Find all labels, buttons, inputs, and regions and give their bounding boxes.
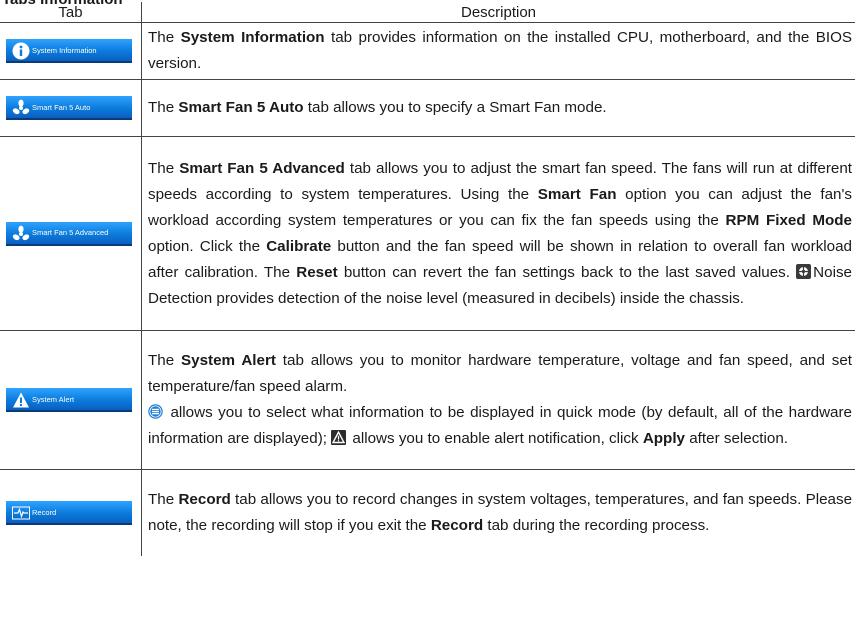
description-text: option. Click the [148, 237, 267, 255]
bold-term: Record [178, 491, 231, 508]
description-text: The [148, 99, 179, 116]
alert-icon [12, 391, 30, 409]
description-text: The [148, 491, 179, 508]
table-row: Record The Record tab allows you to reco… [0, 469, 856, 557]
tab-label: System Information [32, 45, 97, 55]
description-text: after selection. [685, 430, 789, 447]
tab-system-alert[interactable]: System Alert [6, 388, 132, 412]
bold-term: Record [430, 517, 484, 534]
bold-term: System Alert [181, 352, 276, 369]
bold-term: Smart Fan 5 Auto [178, 99, 304, 116]
description-cell: The System Alert tab allows you to monit… [141, 330, 855, 470]
bold-term: Reset [296, 263, 338, 281]
tabs-table: Tab Description System Information The S… [0, 2, 855, 556]
column-header-description: Description [141, 2, 855, 23]
list-icon [148, 402, 163, 419]
tab-record[interactable]: Record [6, 501, 132, 525]
description-cell: The Smart Fan 5 Advanced tab allows you … [141, 136, 855, 331]
description-text: The [148, 29, 181, 46]
bold-term: System Information [180, 29, 325, 46]
table-row: System Alert The System Alert tab allows… [0, 330, 855, 470]
bold-term: Apply [642, 430, 686, 447]
description-cell: The Smart Fan 5 Auto tab allows you to s… [141, 79, 855, 137]
description-text: tab during the recording process. [483, 517, 710, 534]
tab-label: Smart Fan 5 Advanced [32, 228, 109, 237]
info-icon [12, 42, 30, 60]
fan-icon [12, 99, 30, 117]
description-text: The [148, 352, 182, 369]
column-header-tab: Tab [0, 2, 142, 23]
tab-smart-fan-auto[interactable]: Smart Fan 5 Auto [6, 96, 132, 120]
table-row: Smart Fan 5 Advanced The Smart Fan 5 Adv… [0, 136, 855, 331]
description-text: button can revert the fan settings back … [337, 263, 797, 281]
record-icon [12, 504, 30, 522]
tab-label: Smart Fan 5 Auto [32, 102, 91, 112]
description-cell: The System Information tab provides info… [141, 22, 855, 80]
description-cell: The Record tab allows you to record chan… [142, 470, 856, 557]
fan-icon [12, 225, 30, 243]
description-text: allows you to enable alert notification,… [348, 430, 643, 447]
bold-term: Smart Fan [537, 185, 617, 203]
table-row: System Information The System Informatio… [0, 22, 855, 80]
tab-smart-fan-advanced[interactable]: Smart Fan 5 Advanced [6, 221, 132, 246]
bold-term: Smart Fan 5 Advanced [179, 159, 345, 177]
description-text: The [148, 159, 180, 177]
noise-icon [796, 262, 812, 279]
warning-icon [331, 428, 347, 445]
tab-label: Record [32, 507, 57, 517]
tab-system-information[interactable]: System Information [6, 39, 132, 63]
bold-term: RPM Fixed Mode [725, 211, 852, 229]
table-row: Smart Fan 5 Auto The Smart Fan 5 Auto ta… [0, 79, 855, 137]
description-text: tab allows you to specify a Smart Fan mo… [303, 99, 607, 116]
table-header-row: Tab Description [0, 2, 855, 23]
tab-label: System Alert [32, 394, 75, 404]
bold-term: Calibrate [266, 237, 332, 255]
